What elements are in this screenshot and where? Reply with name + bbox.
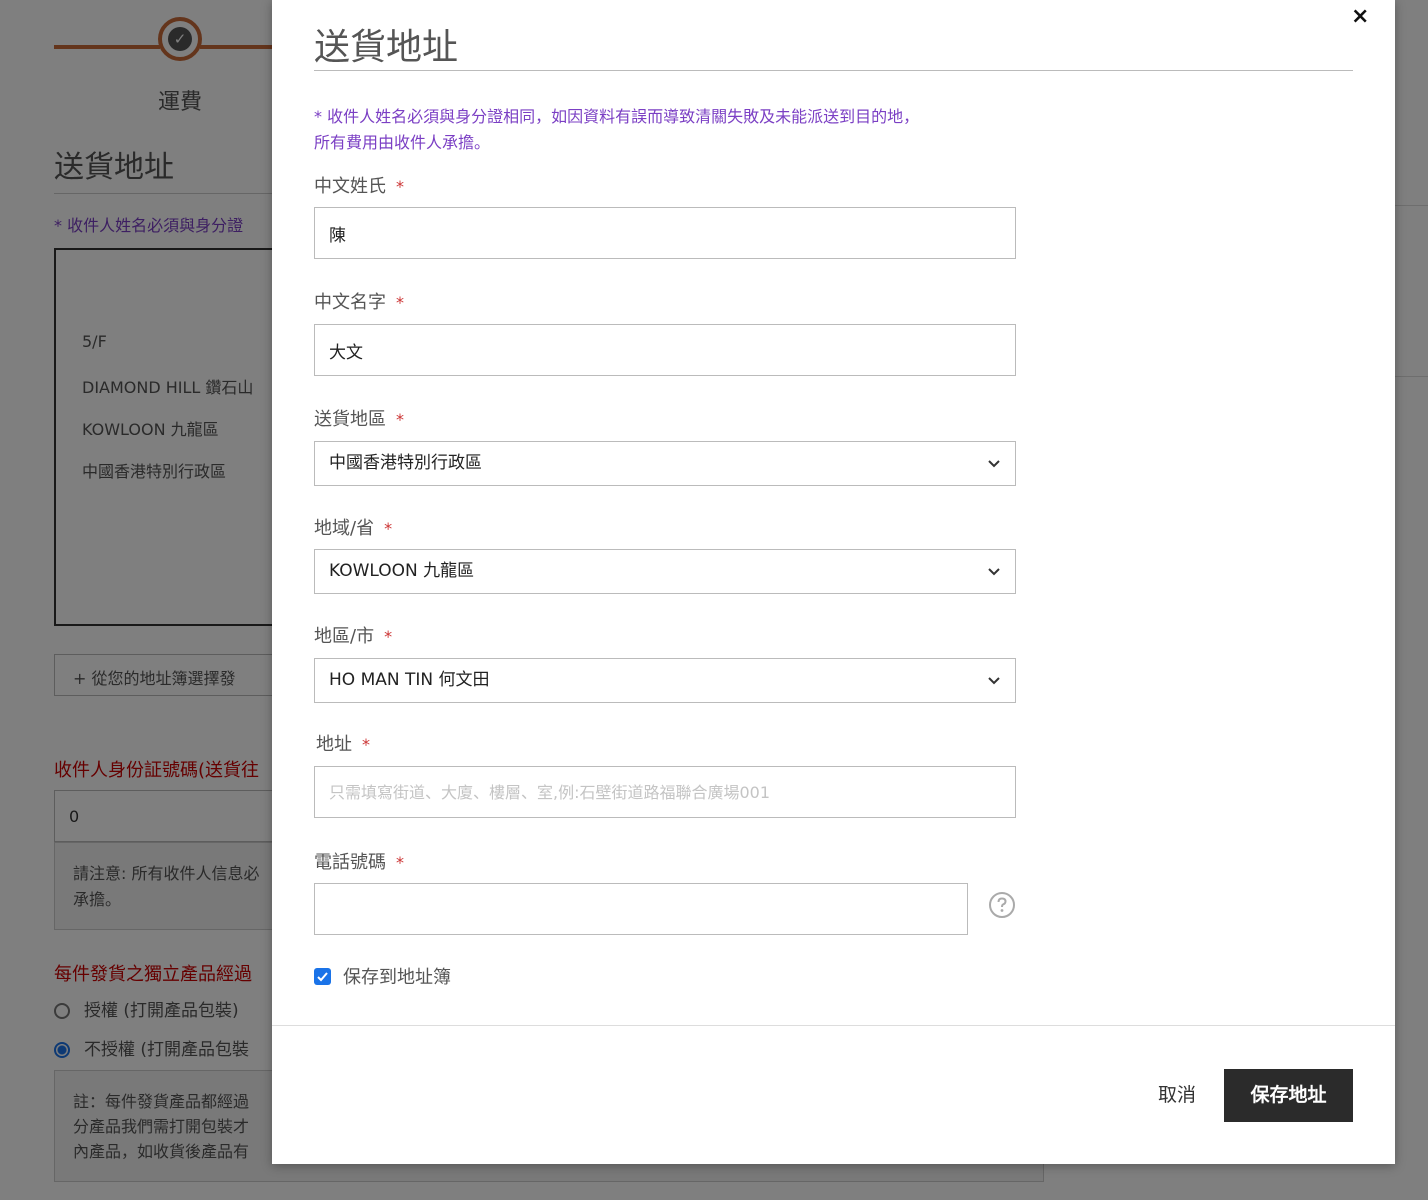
phone-label: 電話號碼 * [314, 848, 404, 874]
district-select[interactable]: HO MAN TIN 何文田 [314, 658, 1016, 703]
required-mark: * [384, 519, 393, 538]
required-mark: * [396, 410, 404, 429]
label-text: 地址 [316, 734, 352, 755]
label-text: 地域/省 [314, 518, 375, 539]
recipient-name-note: * 收件人姓名必須與身分證相同，如因資料有誤而導致清關失敗及未能派送到目的地， … [314, 104, 919, 156]
required-mark: * [396, 177, 404, 196]
footer-divider [272, 1025, 1395, 1026]
district-label: 地區/市 * [314, 622, 392, 648]
required-mark: * [384, 627, 393, 646]
title-divider [314, 70, 1353, 71]
checkbox-label: 保存到地址簿 [343, 967, 451, 988]
surname-label: 中文姓氏 * [314, 172, 404, 198]
checkbox-checked[interactable] [314, 968, 331, 985]
required-mark: * [396, 853, 404, 872]
modal-title: 送貨地址 [314, 27, 459, 68]
cancel-button[interactable]: 取消 [1158, 1080, 1196, 1107]
required-mark: * [362, 735, 370, 754]
close-button[interactable]: × [1351, 4, 1369, 29]
chevron-down-icon [988, 460, 1000, 468]
selected-value: 中國香港特別行政區 [329, 453, 482, 473]
phone-input[interactable] [314, 883, 968, 935]
label-text: 中文名字 [314, 292, 386, 313]
label-text: 地區/市 [314, 626, 375, 647]
label-text: 中文姓氏 [314, 176, 386, 197]
required-mark: * [396, 293, 404, 312]
region-select[interactable]: 中國香港特別行政區 [314, 441, 1016, 486]
selected-value: KOWLOON 九龍區 [329, 561, 475, 581]
label-text: 送貨地區 [314, 409, 386, 430]
given-name-label: 中文名字 * [314, 288, 404, 314]
checkmark-icon [317, 972, 328, 982]
label-text: 電話號碼 [314, 852, 386, 873]
chevron-down-icon [988, 677, 1000, 685]
province-select[interactable]: KOWLOON 九龍區 [314, 549, 1016, 594]
note-line: * 收件人姓名必須與身分證相同，如因資料有誤而導致清關失敗及未能派送到目的地， [314, 107, 920, 126]
surname-input[interactable] [314, 207, 1016, 259]
save-address-button[interactable]: 保存地址 [1224, 1069, 1353, 1122]
note-line: 所有費用由收件人承擔。 [314, 133, 491, 152]
given-name-input[interactable] [314, 324, 1016, 376]
address-modal: × 送貨地址 * 收件人姓名必須與身分證相同，如因資料有誤而導致清關失敗及未能派… [272, 0, 1395, 1164]
selected-value: HO MAN TIN 何文田 [329, 670, 490, 690]
region-label: 送貨地區 * [314, 405, 404, 431]
address-input[interactable] [314, 766, 1016, 818]
save-to-addressbook-checkbox[interactable]: 保存到地址簿 [314, 963, 451, 989]
chevron-down-icon [988, 568, 1000, 576]
help-icon[interactable] [988, 891, 1016, 919]
address-label: 地址 * [316, 730, 370, 756]
province-label: 地域/省 * [314, 514, 392, 540]
